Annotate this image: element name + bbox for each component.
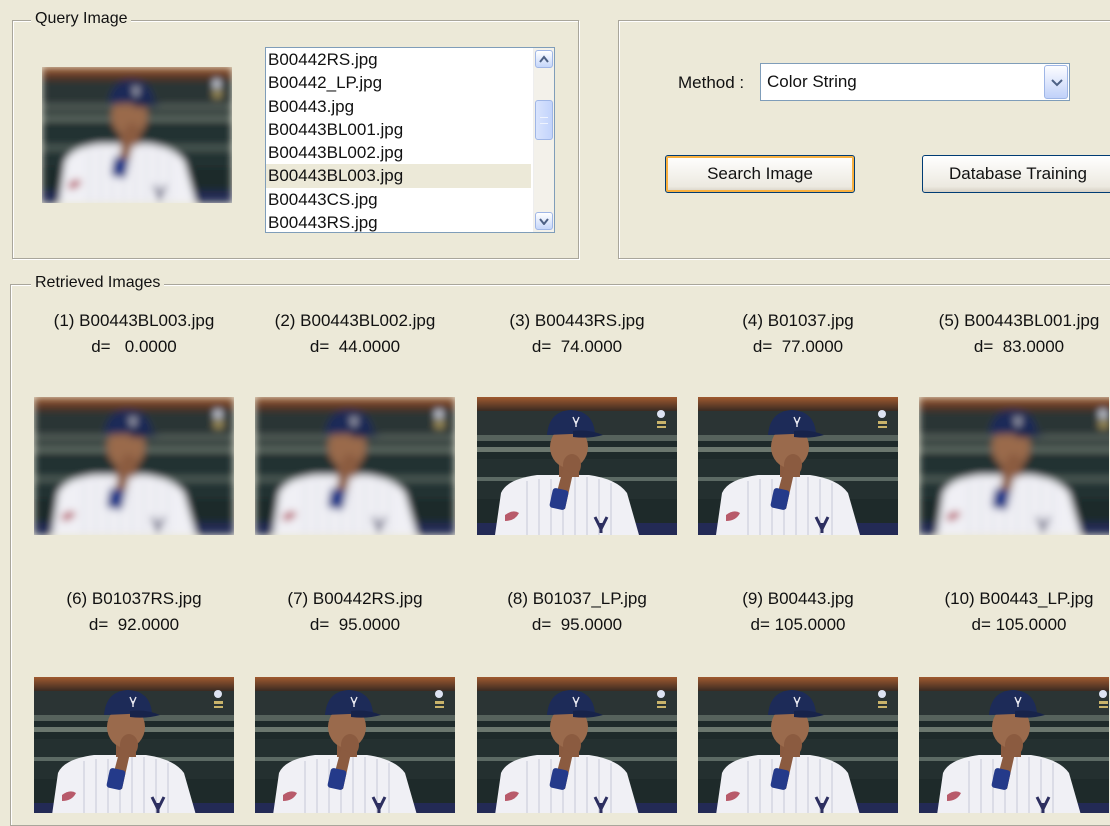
- result-image[interactable]: [255, 397, 455, 535]
- result-filename: (6) B01037RS.jpg: [66, 589, 202, 608]
- result-caption: (9) B00443.jpg d= 105.0000: [688, 586, 908, 638]
- result-image[interactable]: [698, 397, 898, 535]
- result-image[interactable]: [255, 677, 455, 813]
- result-image[interactable]: [477, 397, 677, 535]
- chevron-down-icon: [539, 218, 549, 225]
- file-list: B00442RS.jpg B00442_LP.jpg B00443.jpg B0…: [266, 48, 531, 232]
- list-item-selected[interactable]: B00443BL003.jpg: [266, 164, 531, 188]
- result-filename: (3) B00443RS.jpg: [509, 311, 645, 330]
- result-distance: d= 105.0000: [750, 615, 846, 634]
- result-distance: d= 74.0000: [531, 337, 623, 356]
- result-filename: (4) B01037.jpg: [742, 311, 854, 330]
- result-distance: d= 92.0000: [88, 615, 180, 634]
- result-caption: (5) B00443BL001.jpg d= 83.0000: [909, 308, 1110, 360]
- result-image[interactable]: [34, 397, 234, 535]
- result-distance: d= 44.0000: [309, 337, 401, 356]
- list-item[interactable]: B00443BL002.jpg: [266, 141, 531, 164]
- result-image[interactable]: [34, 677, 234, 813]
- result-filename: (1) B00443BL003.jpg: [53, 311, 215, 330]
- method-select-value: Color String: [767, 72, 857, 91]
- result-image[interactable]: [698, 677, 898, 813]
- list-item[interactable]: B00443RS.jpg: [266, 211, 531, 232]
- result-caption: (4) B01037.jpg d= 77.0000: [688, 308, 908, 360]
- result-image[interactable]: [919, 677, 1109, 813]
- method-label: Method :: [678, 73, 745, 92]
- result-filename: (8) B01037_LP.jpg: [507, 589, 647, 608]
- search-image-button[interactable]: Search Image: [665, 155, 855, 193]
- result-distance: d= 95.0000: [531, 615, 623, 634]
- scroll-thumb[interactable]: [535, 100, 553, 140]
- list-item[interactable]: B00442_LP.jpg: [266, 71, 531, 94]
- list-item[interactable]: B00442RS.jpg: [266, 48, 531, 71]
- result-filename: (7) B00442RS.jpg: [287, 589, 423, 608]
- controls-group: [618, 20, 1110, 259]
- result-filename: (5) B00443BL001.jpg: [938, 311, 1100, 330]
- result-image[interactable]: [919, 397, 1109, 535]
- result-distance: d= 83.0000: [973, 337, 1065, 356]
- result-caption: (8) B01037_LP.jpg d= 95.0000: [467, 586, 687, 638]
- list-item[interactable]: B00443.jpg: [266, 95, 531, 118]
- file-listbox[interactable]: B00442RS.jpg B00442_LP.jpg B00443.jpg B0…: [265, 47, 555, 233]
- query-image-legend: Query Image: [31, 10, 132, 28]
- result-image[interactable]: [477, 677, 677, 813]
- database-training-button[interactable]: Database Training: [922, 155, 1110, 193]
- result-caption: (2) B00443BL002.jpg d= 44.0000: [245, 308, 465, 360]
- list-item[interactable]: B00443BL001.jpg: [266, 118, 531, 141]
- result-filename: (9) B00443.jpg: [742, 589, 854, 608]
- result-distance: d= 0.0000: [91, 337, 177, 356]
- scroll-down-button[interactable]: [535, 212, 553, 230]
- result-caption: (6) B01037RS.jpg d= 92.0000: [24, 586, 244, 638]
- result-filename: (2) B00443BL002.jpg: [274, 311, 436, 330]
- result-caption: (7) B00442RS.jpg d= 95.0000: [245, 586, 465, 638]
- result-distance: d= 105.0000: [971, 615, 1067, 634]
- listbox-scrollbar[interactable]: [533, 48, 554, 232]
- result-caption: (3) B00443RS.jpg d= 74.0000: [467, 308, 687, 360]
- scroll-up-button[interactable]: [535, 50, 553, 68]
- list-item[interactable]: B00443CS.jpg: [266, 188, 531, 211]
- query-image-preview: [42, 67, 232, 203]
- result-distance: d= 77.0000: [752, 337, 844, 356]
- result-caption: (1) B00443BL003.jpg d= 0.0000: [24, 308, 244, 360]
- chevron-down-icon: [1051, 79, 1063, 87]
- result-caption: (10) B00443_LP.jpg d= 105.0000: [909, 586, 1110, 638]
- result-distance: d= 95.0000: [309, 615, 401, 634]
- method-select[interactable]: Color String: [760, 63, 1070, 101]
- retrieved-images-legend: Retrieved Images: [31, 274, 165, 292]
- result-filename: (10) B00443_LP.jpg: [944, 589, 1094, 608]
- chevron-up-icon: [539, 55, 549, 63]
- method-dropdown-button[interactable]: [1044, 65, 1068, 99]
